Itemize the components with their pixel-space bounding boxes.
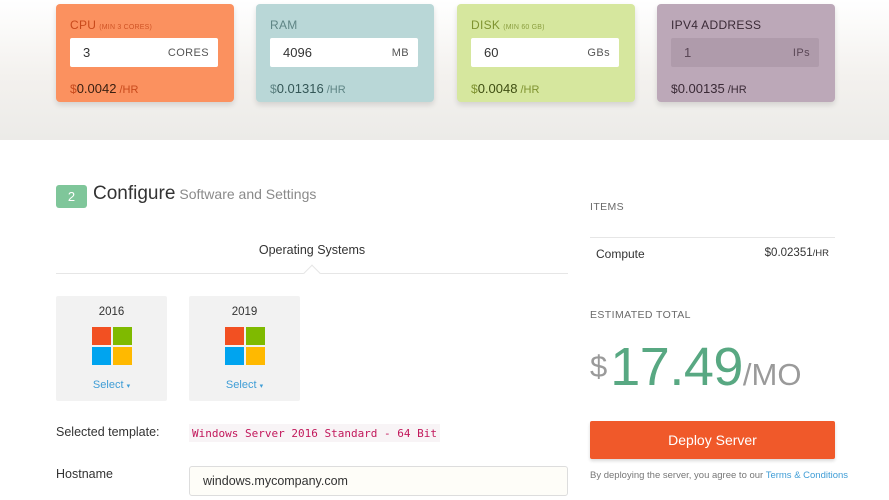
- ram-input[interactable]: 4096 MB: [270, 38, 418, 67]
- item-compute-price: $0.02351/HR: [764, 247, 829, 259]
- disk-value: 60: [484, 45, 499, 60]
- chevron-down-icon: ▾: [259, 383, 264, 390]
- hostname-label: Hostname: [56, 467, 113, 481]
- estimated-total: $17.49/MO: [590, 337, 802, 397]
- windows-logo-icon: [92, 327, 132, 365]
- disk-price: $0.0048/HR: [471, 81, 540, 96]
- os-option-2019[interactable]: 2019 Select ▾: [189, 296, 300, 401]
- terms-notice: By deploying the server, you agree to ou…: [590, 470, 849, 481]
- ram-unit: MB: [391, 46, 409, 59]
- items-divider: [590, 237, 835, 238]
- deploy-server-button[interactable]: Deploy Server: [590, 421, 835, 459]
- selected-template-label: Selected template:: [56, 425, 160, 439]
- section-title: Configure Software and Settings: [93, 183, 317, 204]
- estimated-total-label: ESTIMATED TOTAL: [590, 309, 691, 321]
- cpu-cores-unit: CORES: [167, 46, 209, 59]
- terms-link[interactable]: Terms & Conditions: [766, 470, 848, 481]
- hostname-input[interactable]: windows.mycompany.com: [189, 466, 568, 496]
- selected-template-value: Windows Server 2016 Standard - 64 Bit: [189, 424, 441, 442]
- chevron-down-icon: ▾: [126, 383, 131, 390]
- tab-pointer: [303, 264, 321, 282]
- os-select-dropdown[interactable]: Select ▾: [56, 379, 167, 391]
- ram-price: $0.01316/HR: [270, 81, 346, 96]
- hostname-value: windows.mycompany.com: [203, 474, 348, 488]
- os-year: 2019: [231, 306, 258, 318]
- cpu-card: CPU (MIN 3 CORES) 3 CORES $0.0042/HR: [56, 4, 234, 102]
- cpu-cores-input[interactable]: 3 CORES: [70, 38, 218, 67]
- ipv4-title: IPV4 ADDRESS: [671, 18, 762, 32]
- cpu-price: $0.0042/HR: [70, 81, 139, 96]
- ram-card: RAM 4096 MB $0.01316/HR: [256, 4, 434, 102]
- item-compute-name: Compute: [596, 247, 645, 261]
- ipv4-input[interactable]: 1 IPs: [671, 38, 819, 67]
- section-subtitle: Software and Settings: [179, 186, 317, 202]
- windows-logo-icon: [225, 327, 265, 365]
- disk-title: DISK (MIN 60 GB): [471, 18, 545, 32]
- os-select-dropdown[interactable]: Select ▾: [189, 379, 300, 391]
- disk-unit: GBs: [587, 46, 610, 59]
- os-year: 2016: [98, 306, 125, 318]
- items-label: ITEMS: [590, 201, 625, 213]
- ipv4-value: 1: [684, 45, 692, 60]
- tab-operating-systems[interactable]: Operating Systems: [56, 243, 568, 257]
- cpu-cores-value: 3: [83, 45, 91, 60]
- ram-value: 4096: [283, 45, 312, 60]
- step-badge: 2: [56, 185, 87, 208]
- disk-min-note: (MIN 60 GB): [503, 24, 545, 31]
- disk-input[interactable]: 60 GBs: [471, 38, 619, 67]
- ipv4-price: $0.00135/HR: [671, 81, 747, 96]
- os-option-2016[interactable]: 2016 Select ▾: [56, 296, 167, 401]
- ipv4-card: IPV4 ADDRESS 1 IPs $0.00135/HR: [657, 4, 835, 102]
- cpu-min-note: (MIN 3 CORES): [99, 24, 153, 31]
- ipv4-unit: IPs: [792, 46, 810, 59]
- disk-card: DISK (MIN 60 GB) 60 GBs $0.0048/HR: [457, 4, 635, 102]
- ram-title: RAM: [270, 18, 298, 32]
- cpu-title: CPU (MIN 3 CORES): [70, 18, 153, 32]
